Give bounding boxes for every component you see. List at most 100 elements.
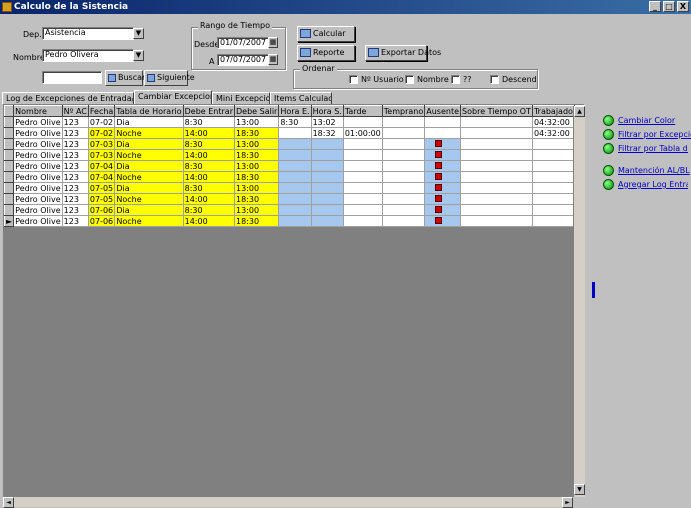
grid-cell[interactable]: Noche [114,149,184,161]
grid-cell[interactable] [278,171,312,183]
grid-cell[interactable] [381,160,426,172]
grid-cell[interactable] [342,171,383,183]
grid-cell[interactable]: 13:00 [233,204,280,216]
grid-header-cell[interactable]: Sobre Tiempo OT [460,105,533,117]
grid-cell[interactable] [424,149,462,161]
row-indicator[interactable] [4,116,15,128]
grid-cell[interactable] [424,160,462,172]
scroll-left-button[interactable]: ◄ [3,497,14,508]
grid-cell[interactable] [342,193,383,205]
grid-header-cell[interactable]: Temprano [381,105,426,117]
grid-cell[interactable] [381,215,426,227]
grid-cell[interactable]: 07-05 [87,182,116,194]
grid-cell[interactable]: 13:00 [233,182,280,194]
grid-cell[interactable]: 123 [61,160,89,172]
grid-cell[interactable] [381,182,426,194]
grid-cell[interactable]: 07-04 [87,160,116,172]
row-indicator[interactable] [4,149,15,161]
grid-cell[interactable] [310,182,344,194]
grid-cell[interactable]: 123 [61,171,89,183]
order-descend-checkbox[interactable] [490,75,499,84]
grid-cell[interactable] [424,182,462,194]
tab-log-excepciones[interactable]: Log de Excepciones de Entrada/Salida [2,92,134,104]
grid-cell[interactable]: Dia [114,204,184,216]
grid-cell[interactable] [424,171,462,183]
grid-cell[interactable]: 18:30 [233,127,280,139]
desde-date-field[interactable]: 01/07/2007 [217,37,269,49]
link-filtrar-excepcion[interactable]: Filtrar por Excepcion [618,130,691,139]
grid-cell[interactable] [460,215,533,227]
grid-cell[interactable]: Pedro Olive [13,215,63,227]
grid-cell[interactable] [531,182,575,194]
grid-cell[interactable]: 18:30 [233,149,280,161]
grid-cell[interactable]: 123 [61,182,89,194]
row-indicator[interactable] [4,160,15,172]
row-indicator[interactable] [4,138,15,150]
grid-header-cell[interactable]: Tabla de Horario [114,105,184,117]
scroll-down-button[interactable]: ▼ [574,484,585,495]
grid-cell[interactable]: 04:32:00 [531,127,575,139]
grid-cell[interactable] [278,182,312,194]
scroll-up-button[interactable]: ▲ [574,106,585,117]
table-row[interactable]: Pedro Olive12307-04Dia8:3013:00Asis [4,160,584,172]
grid-cell[interactable] [310,160,344,172]
grid-cell[interactable] [424,204,462,216]
minimize-button[interactable]: _ [649,1,661,12]
grid-cell[interactable] [342,215,383,227]
grid-cell[interactable] [460,160,533,172]
grid-cell[interactable]: 14:00 [182,127,235,139]
row-indicator[interactable] [4,204,15,216]
buscar-button[interactable]: Buscar [105,70,145,86]
grid-cell[interactable] [278,204,312,216]
grid-cell[interactable]: Noche [114,127,184,139]
grid-cell[interactable] [278,127,312,139]
link-mantencion[interactable]: Mantención AL/BL [618,166,690,175]
a-calendar-icon[interactable]: ▦ [268,54,278,65]
grid-cell[interactable] [531,171,575,183]
grid-cell[interactable]: 18:32 [310,127,344,139]
grid-cell[interactable]: 01:00:00 [342,127,383,139]
grid-cell[interactable]: Noche [114,171,184,183]
desde-calendar-icon[interactable]: ▦ [268,37,278,48]
grid-cell[interactable]: 14:00 [182,215,235,227]
grid-cell[interactable] [310,149,344,161]
grid-cell[interactable]: 07-02 [87,127,116,139]
grid-cell[interactable] [278,215,312,227]
grid-cell[interactable] [310,171,344,183]
grid-cell[interactable]: 18:30 [233,171,280,183]
close-button[interactable]: X [677,1,689,12]
grid-cell[interactable]: 07-06 [87,204,116,216]
grid-cell[interactable]: Dia [114,182,184,194]
grid-cell[interactable]: 123 [61,204,89,216]
dep-dropdown-icon[interactable]: ▼ [133,28,144,39]
grid-cell[interactable]: 14:00 [182,149,235,161]
grid-cell[interactable]: 13:00 [233,138,280,150]
grid-cell[interactable] [531,138,575,150]
grid-header-cell[interactable]: Hora S. [310,105,344,117]
grid-cell[interactable]: 13:00 [233,160,280,172]
grid-cell[interactable]: 07-06 [87,215,116,227]
a-date-field[interactable]: 07/07/2007 [217,54,269,66]
grid-cell[interactable]: 07-02 [87,116,116,128]
grid-cell[interactable] [278,149,312,161]
data-grid[interactable]: Nombre Nº AC Fecha Tabla de Horario Debe Ent… [3,104,585,497]
table-row[interactable]: Pedro Olive 123 07-02 Noche 14:00 18:30 18:32 0… [4,127,584,139]
grid-cell[interactable] [381,171,426,183]
grid-cell[interactable]: Pedro Olive [13,204,63,216]
row-indicator[interactable] [4,193,15,205]
row-indicator[interactable] [4,127,15,139]
grid-cell[interactable]: 123 [61,116,89,128]
table-row[interactable]: Pedro Olive12307-05Dia8:3013:00Asis [4,182,584,194]
grid-cell[interactable] [278,160,312,172]
grid-cell[interactable] [424,215,462,227]
grid-cell[interactable] [278,193,312,205]
grid-cell[interactable] [531,193,575,205]
tab-items-calculados[interactable]: Items Calculados [270,92,332,104]
grid-cell[interactable]: Pedro Olive [13,116,63,128]
table-row[interactable]: Pedro Olive12307-03Dia8:3013:00Asis [4,138,584,150]
grid-cell[interactable] [342,182,383,194]
grid-cell[interactable] [342,138,383,150]
grid-header-cell[interactable]: Nombre [13,105,63,117]
grid-header-cell[interactable]: Trabajado [531,105,575,117]
grid-cell[interactable]: 07-05 [87,193,116,205]
